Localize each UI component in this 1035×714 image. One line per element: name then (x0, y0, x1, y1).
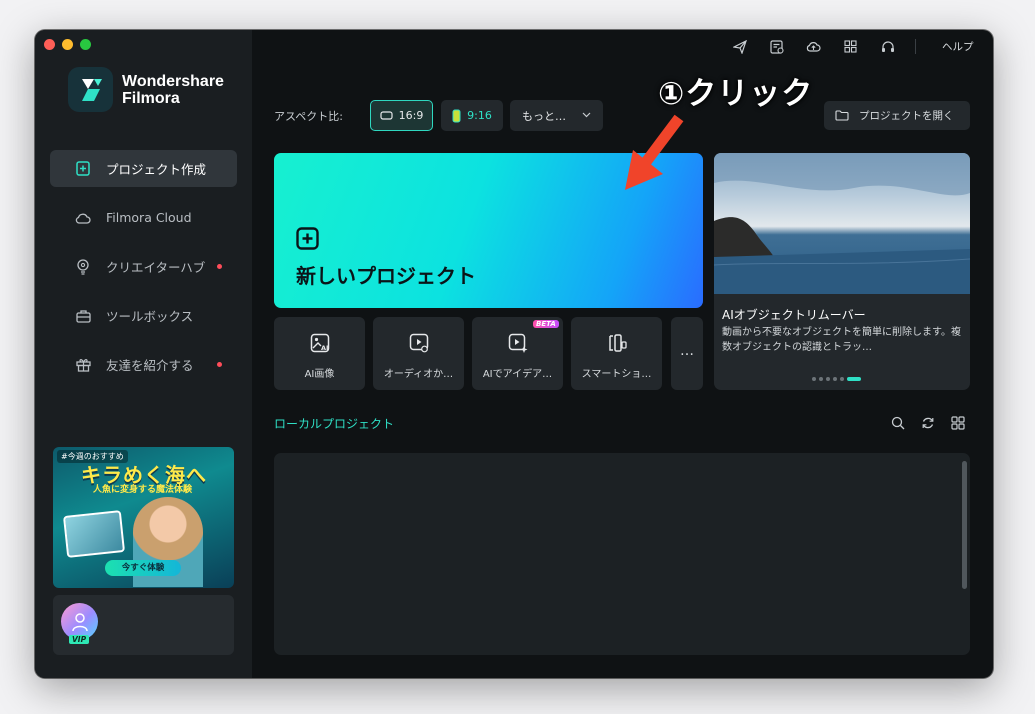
tool-label: オーディオか… (383, 369, 454, 380)
sidebar-nav: プロジェクト作成 Filmora Cloud クリエイターハブ ツールボックス … (50, 150, 237, 395)
task-icon[interactable] (769, 39, 784, 54)
sidebar-item-label: Filmora Cloud (106, 210, 192, 225)
landscape-icon (380, 111, 393, 120)
vip-badge: VIP (69, 635, 90, 644)
sidebar-item-label: ツールボックス (106, 309, 194, 324)
carousel-dot[interactable] (826, 377, 830, 381)
sidebar-item-filmora-cloud[interactable]: Filmora Cloud (50, 199, 237, 236)
apps-grid-icon[interactable] (843, 39, 858, 54)
carousel-dots (812, 377, 861, 381)
local-projects-title: ローカルプロジェクト (274, 417, 395, 431)
maximize-window-button[interactable] (80, 39, 91, 50)
sidebar-item-refer-friend[interactable]: 友達を紹介する (50, 346, 237, 383)
carousel-dot[interactable] (833, 377, 837, 381)
new-project-label: 新しいプロジェクト (296, 264, 476, 288)
carousel-dot-active[interactable] (847, 377, 861, 381)
top-bar: ヘルプ (252, 30, 993, 62)
gift-icon (75, 357, 91, 373)
more-tools-button[interactable]: … (671, 317, 703, 390)
aspect-ratio-label: アスペクト比: (274, 110, 343, 123)
sidebar-item-label: クリエイターハブ (106, 260, 206, 275)
cloud-icon (75, 210, 91, 226)
aspect-9-16-button[interactable]: 9:16 (441, 100, 503, 131)
plus-icon (296, 227, 319, 254)
grid-view-icon[interactable] (950, 415, 966, 431)
sidebar-item-label: 友達を紹介する (106, 358, 194, 373)
app-window: Wondershare Filmora プロジェクト作成 Filmora Clo… (35, 30, 993, 678)
sidebar-item-create-project[interactable]: プロジェクト作成 (50, 150, 237, 187)
feature-title: AIオブジェクトリムーバー (722, 308, 866, 322)
brand-name-line1: Wondershare (122, 72, 224, 90)
portrait-icon (452, 109, 461, 122)
feature-preview-image (714, 153, 970, 294)
seascape-image (714, 153, 970, 294)
minimize-window-button[interactable] (62, 39, 73, 50)
window-controls (44, 39, 91, 50)
annotation-click-label: ①クリック (658, 76, 814, 112)
feature-carousel[interactable]: AIオブジェクトリムーバー 動画から不要なオブジェクトを簡単に削除します。複数オ… (714, 153, 970, 390)
scrollbar[interactable] (962, 461, 967, 589)
tool-ai-idea[interactable]: BETA AIでアイデア… (472, 317, 563, 390)
tool-smart-short[interactable]: スマートショ… (571, 317, 662, 390)
local-projects-panel (274, 453, 970, 655)
audio-to-video-icon (408, 332, 430, 354)
ai-image-icon: AI (309, 332, 331, 354)
annotation-arrow-icon (625, 114, 684, 190)
account-panel[interactable]: VIP (53, 595, 234, 655)
close-window-button[interactable] (44, 39, 55, 50)
folder-icon (835, 110, 849, 121)
tool-label: スマートショ… (581, 369, 652, 380)
smart-short-icon (606, 332, 628, 354)
tool-label: AIでアイデア… (482, 369, 553, 380)
aspect-more-dropdown[interactable]: もっと… (510, 100, 603, 131)
toolbar-divider (915, 39, 916, 54)
promo-subtitle: 人魚に変身する魔法体験 (93, 485, 193, 495)
tool-audio-to-video[interactable]: オーディオか… (373, 317, 464, 390)
headset-icon[interactable] (880, 39, 895, 54)
notification-badge (217, 264, 222, 269)
promo-banner[interactable]: #今週のおすすめ キラめく海へ 人魚に変身する魔法体験 今すぐ体験 (53, 447, 234, 588)
sidebar-item-creator-hub[interactable]: クリエイターハブ (50, 248, 237, 285)
notification-badge (217, 362, 222, 367)
aspect-more-label: もっと… (522, 109, 566, 123)
filmora-logo-icon (68, 67, 113, 112)
promo-try-button[interactable]: 今すぐ体験 (105, 560, 181, 576)
toolbox-icon (75, 308, 91, 324)
carousel-dot[interactable] (819, 377, 823, 381)
search-icon[interactable] (890, 415, 906, 431)
svg-text:AI: AI (321, 344, 328, 352)
brand: Wondershare Filmora (68, 67, 224, 112)
tool-label: AI画像 (304, 369, 335, 380)
open-project-label: プロジェクトを開く (859, 110, 954, 122)
sidebar-item-label: プロジェクト作成 (106, 162, 207, 177)
carousel-dot[interactable] (812, 377, 816, 381)
cloud-upload-icon[interactable] (806, 39, 821, 54)
sidebar-item-toolbox[interactable]: ツールボックス (50, 297, 237, 334)
carousel-dot[interactable] (840, 377, 844, 381)
promo-photo-image (62, 510, 126, 558)
aspect-option-label: 16:9 (398, 109, 424, 122)
help-menu[interactable]: ヘルプ (942, 39, 974, 54)
feature-description: 動画から不要なオブジェクトを簡単に削除します。複数オブジェクトの認識とトラッ… (722, 327, 961, 353)
brand-name-line2: Filmora (122, 89, 180, 107)
tool-ai-image[interactable]: AI AI画像 (274, 317, 365, 390)
send-icon[interactable] (732, 39, 747, 54)
sidebar: Wondershare Filmora プロジェクト作成 Filmora Clo… (35, 30, 252, 678)
beta-badge: BETA (533, 320, 559, 328)
chevron-down-icon (582, 111, 591, 121)
bulb-icon (75, 258, 91, 275)
new-project-icon (75, 161, 91, 177)
ai-idea-icon (507, 332, 529, 354)
refresh-icon[interactable] (920, 415, 936, 431)
aspect-option-label: 9:16 (467, 109, 492, 122)
aspect-16-9-button[interactable]: 16:9 (370, 100, 433, 131)
open-project-button[interactable]: プロジェクトを開く (824, 101, 970, 130)
